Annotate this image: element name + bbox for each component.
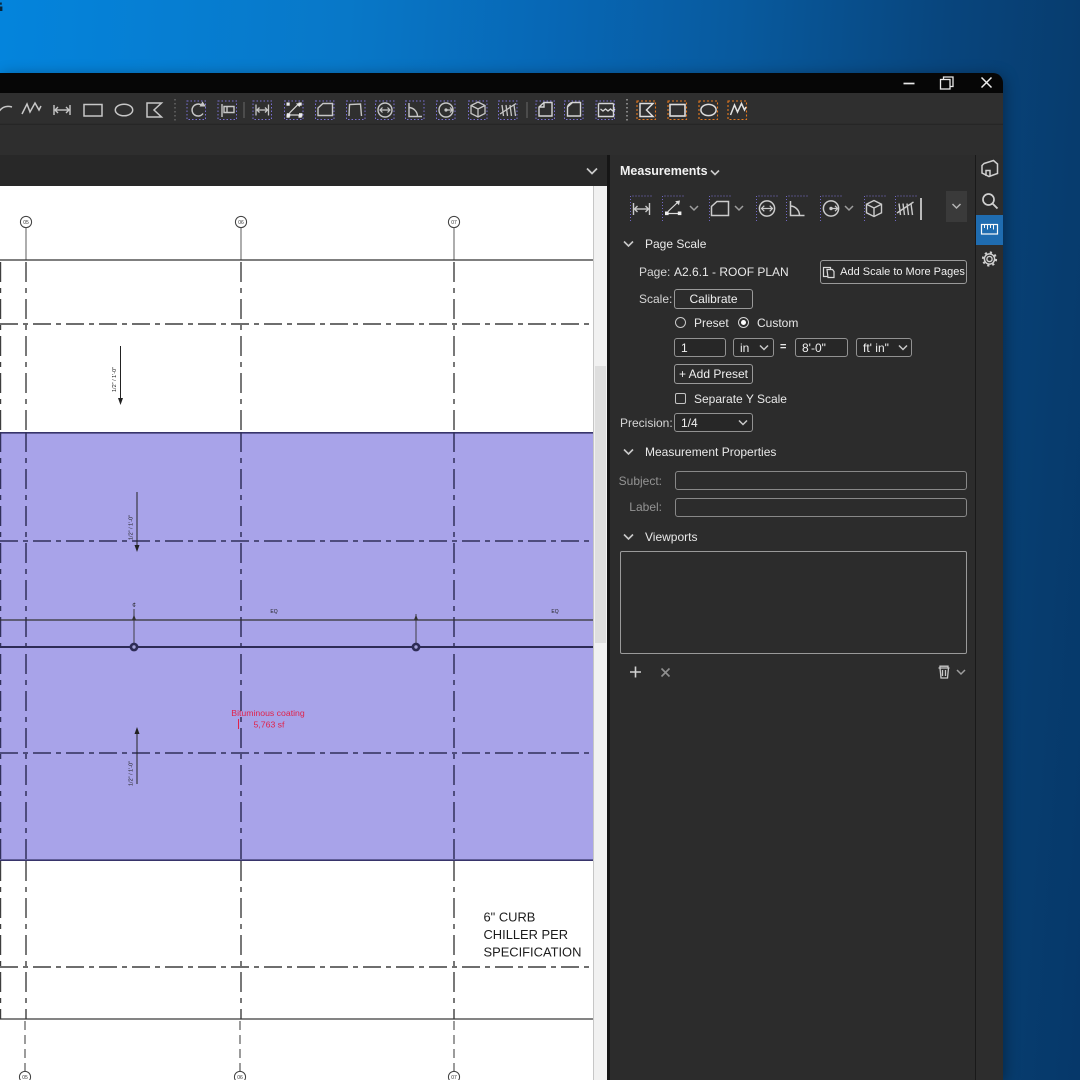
svg-text:6" CURB: 6" CURB xyxy=(484,910,536,925)
svg-text:05: 05 xyxy=(23,220,29,226)
svg-text:EQ: EQ xyxy=(551,609,558,615)
svg-text:1/2" / 1'-0": 1/2" / 1'-0" xyxy=(129,515,135,540)
svg-text:CHILLER PER: CHILLER PER xyxy=(484,927,569,942)
svg-text:¢: ¢ xyxy=(132,602,136,609)
svg-text:SPECIFICATION: SPECIFICATION xyxy=(484,945,582,960)
svg-text:07: 07 xyxy=(451,220,457,226)
svg-text:07: 07 xyxy=(451,1075,457,1080)
svg-text:05: 05 xyxy=(22,1075,28,1080)
svg-text:5,763 sf: 5,763 sf xyxy=(254,720,285,730)
svg-text:1/2" / 1'-0": 1/2" / 1'-0" xyxy=(112,367,118,392)
svg-text:Bituminous coating: Bituminous coating xyxy=(231,708,305,718)
svg-text:1/2" / 1'-0": 1/2" / 1'-0" xyxy=(129,761,135,786)
svg-text:06: 06 xyxy=(237,1075,243,1080)
svg-text:06: 06 xyxy=(238,220,244,226)
svg-text:EQ: EQ xyxy=(270,609,277,615)
